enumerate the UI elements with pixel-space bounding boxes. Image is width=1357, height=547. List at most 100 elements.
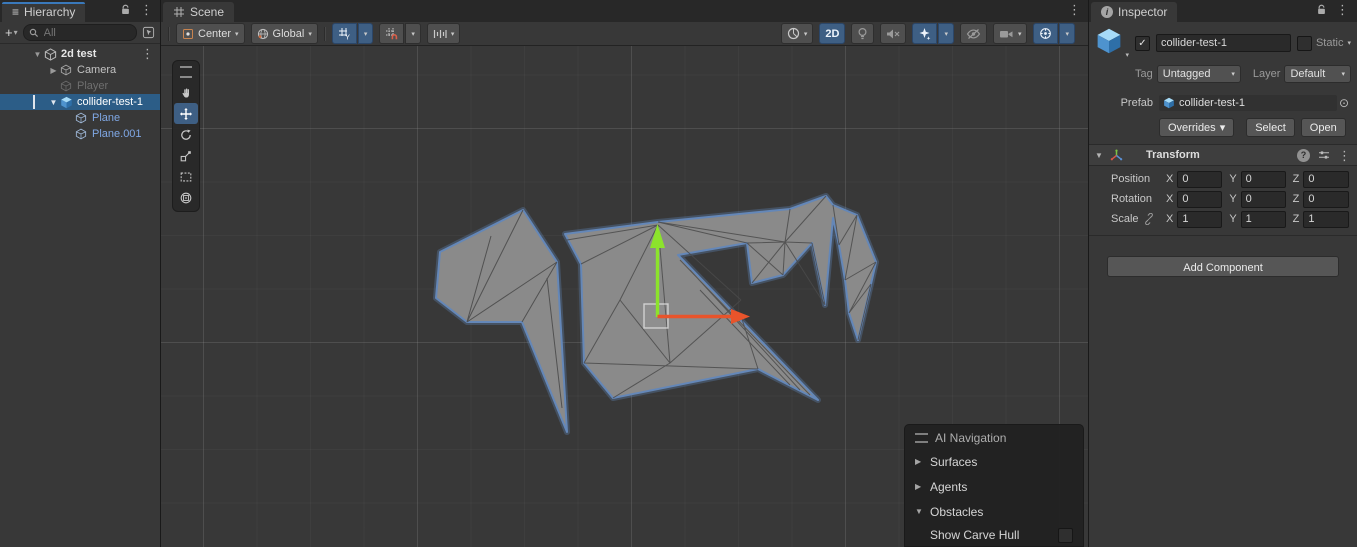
- hierarchy-row-player[interactable]: Player: [0, 78, 160, 94]
- rotation-x-field[interactable]: [1177, 190, 1223, 208]
- speaker-muted-icon: [886, 28, 900, 40]
- camera-settings-button[interactable]: ▾: [992, 23, 1028, 44]
- foldout-open-icon[interactable]: ▼: [31, 50, 44, 59]
- select-button[interactable]: Select: [1246, 118, 1295, 137]
- scene-tabbar: Scene ⋮: [161, 0, 1088, 22]
- effects-dropdown[interactable]: ▾: [938, 23, 954, 44]
- overrides-dropdown[interactable]: Overrides ▾: [1159, 118, 1235, 137]
- prefab-thumbnail-icon[interactable]: ▾: [1095, 27, 1129, 59]
- transform-menu-icon[interactable]: ⋮: [1338, 149, 1351, 162]
- ai-surfaces-foldout[interactable]: ▶ Surfaces: [905, 449, 1083, 474]
- prefab-object-field[interactable]: collider-test-1: [1159, 95, 1337, 111]
- chevron-down-icon: ▾: [450, 30, 455, 38]
- scale-y-field[interactable]: [1240, 210, 1286, 228]
- hierarchy-row-collider-test-1[interactable]: ▼ collider-test-1: [0, 94, 160, 110]
- gameobject-name-input[interactable]: [1156, 34, 1291, 52]
- hierarchy-tree: ▼ 2d test ⋮ ▶ Camera Player ▼ collider-t…: [0, 44, 160, 142]
- ai-agents-foldout[interactable]: ▶ Agents: [905, 474, 1083, 499]
- transform-tool[interactable]: [174, 187, 198, 208]
- scale-label: Scale: [1111, 213, 1139, 225]
- static-checkbox[interactable]: [1296, 35, 1312, 51]
- rotation-y-field[interactable]: [1240, 190, 1286, 208]
- foldout-closed-icon[interactable]: ▶: [47, 66, 60, 75]
- link-broken-icon[interactable]: [1143, 213, 1155, 225]
- position-y-field[interactable]: [1240, 170, 1286, 188]
- scene-icon: [44, 47, 57, 61]
- scene-visibility-toggle[interactable]: [959, 23, 987, 44]
- grid-axis-button[interactable]: Y: [331, 23, 357, 44]
- tab-hierarchy[interactable]: ≡ Hierarchy: [2, 2, 86, 22]
- help-icon[interactable]: ?: [1297, 148, 1310, 162]
- inspector-menu-icon[interactable]: ⋮: [1336, 3, 1349, 16]
- position-x-field[interactable]: [1177, 170, 1223, 188]
- open-button[interactable]: Open: [1300, 118, 1346, 137]
- gizmos-toggle[interactable]: [1033, 23, 1059, 44]
- scene-toolbar: Center ▾ Global ▾ Y ▾ ▾ ▾ ▾ 2D ▾ ▾ ▾: [161, 22, 1088, 46]
- hierarchy-row-scene[interactable]: ▼ 2d test ⋮: [0, 46, 160, 62]
- tool-handle-pivot-button[interactable]: Center ▾: [176, 23, 245, 44]
- add-component-button[interactable]: Add Component: [1107, 256, 1339, 277]
- lock-icon[interactable]: [120, 4, 131, 16]
- effects-toggle[interactable]: [912, 23, 938, 44]
- scene-viewport[interactable]: AI Navigation ▶ Surfaces ▶ Agents ▼ Obst…: [161, 46, 1088, 547]
- layer-dropdown[interactable]: Default ▾: [1284, 65, 1351, 83]
- scene-picker-icon[interactable]: [142, 26, 155, 39]
- tool-handle-rotation-button[interactable]: Global ▾: [250, 23, 318, 44]
- scale-z-field[interactable]: [1303, 210, 1349, 228]
- position-z-field[interactable]: [1303, 170, 1349, 188]
- lighting-toggle[interactable]: [851, 23, 875, 44]
- audio-toggle[interactable]: [880, 23, 907, 44]
- unity-editor-window: { "icons": { "kebab": "⋮", "dropdown": "…: [0, 0, 1357, 547]
- scene-panel: Scene ⋮ Center ▾ Global ▾ Y ▾ ▾ ▾ ▾ 2D ▾…: [161, 0, 1088, 547]
- tag-dropdown[interactable]: Untagged ▾: [1156, 65, 1241, 83]
- active-checkbox[interactable]: ✓: [1135, 35, 1150, 51]
- tag-label: Tag: [1135, 68, 1153, 80]
- hierarchy-tabbar: ≡ Hierarchy ⋮: [0, 0, 160, 22]
- item-label: Camera: [77, 64, 117, 76]
- hierarchy-search[interactable]: [22, 24, 137, 41]
- tab-inspector[interactable]: i Inspector: [1091, 2, 1178, 22]
- mode-2d-toggle[interactable]: 2D: [819, 23, 846, 44]
- hierarchy-search-input[interactable]: [41, 25, 131, 40]
- tab-scene[interactable]: Scene: [163, 2, 235, 22]
- prefab-value: collider-test-1: [1179, 97, 1246, 109]
- grid-snap-dropdown[interactable]: ▾: [405, 23, 421, 44]
- lock-icon[interactable]: [1316, 4, 1327, 16]
- hierarchy-menu-icon[interactable]: ⋮: [140, 3, 153, 16]
- gameobject-icon: [60, 80, 73, 93]
- foldout-open-icon[interactable]: ▼: [47, 98, 60, 107]
- prefab-pick-icon[interactable]: ⊙: [1337, 96, 1351, 110]
- rotation-z-field[interactable]: [1303, 190, 1349, 208]
- scale-tool[interactable]: [174, 145, 198, 166]
- scale-x-field[interactable]: [1177, 210, 1223, 228]
- draw-mode-button[interactable]: ▾: [780, 23, 814, 44]
- snap-increment-button[interactable]: ▾: [426, 23, 461, 44]
- ai-obstacles-foldout[interactable]: ▼ Obstacles: [905, 499, 1083, 524]
- hierarchy-row-plane-001[interactable]: Plane.001: [0, 126, 160, 142]
- static-dropdown-icon[interactable]: ▾: [1347, 39, 1351, 47]
- presets-icon[interactable]: [1318, 149, 1330, 161]
- hierarchy-row-plane[interactable]: Plane: [0, 110, 160, 126]
- item-label: Player: [77, 80, 109, 92]
- transform-component-header[interactable]: ▼ Transform ? ⋮: [1089, 145, 1357, 166]
- scene-row-menu-icon[interactable]: ⋮: [141, 47, 154, 60]
- hierarchy-panel: ≡ Hierarchy ⋮ + ▾ ▼: [0, 0, 161, 547]
- grid-axis-dropdown[interactable]: ▾: [357, 23, 374, 44]
- chevron-down-icon: ▾: [944, 30, 948, 38]
- rect-tool[interactable]: [174, 166, 198, 187]
- create-object-button[interactable]: + ▾: [5, 25, 18, 40]
- move-tool[interactable]: [174, 103, 198, 124]
- rotate-tool[interactable]: [174, 124, 198, 145]
- view-hand-tool[interactable]: [174, 82, 198, 103]
- ai-navigation-header[interactable]: AI Navigation: [905, 430, 1083, 449]
- gizmos-dropdown[interactable]: ▾: [1059, 23, 1075, 44]
- palette-drag-handle[interactable]: [180, 66, 192, 78]
- axis-y-label: Y: [1229, 173, 1237, 185]
- hierarchy-row-camera[interactable]: ▶ Camera: [0, 62, 160, 78]
- ruler-icon: [433, 28, 447, 40]
- static-label: Static: [1315, 37, 1344, 49]
- foldout-open-icon[interactable]: ▼: [1095, 151, 1105, 160]
- carve-hull-checkbox[interactable]: [1058, 527, 1073, 543]
- grid-snap-button[interactable]: [379, 23, 405, 44]
- scene-menu-icon[interactable]: ⋮: [1068, 3, 1081, 16]
